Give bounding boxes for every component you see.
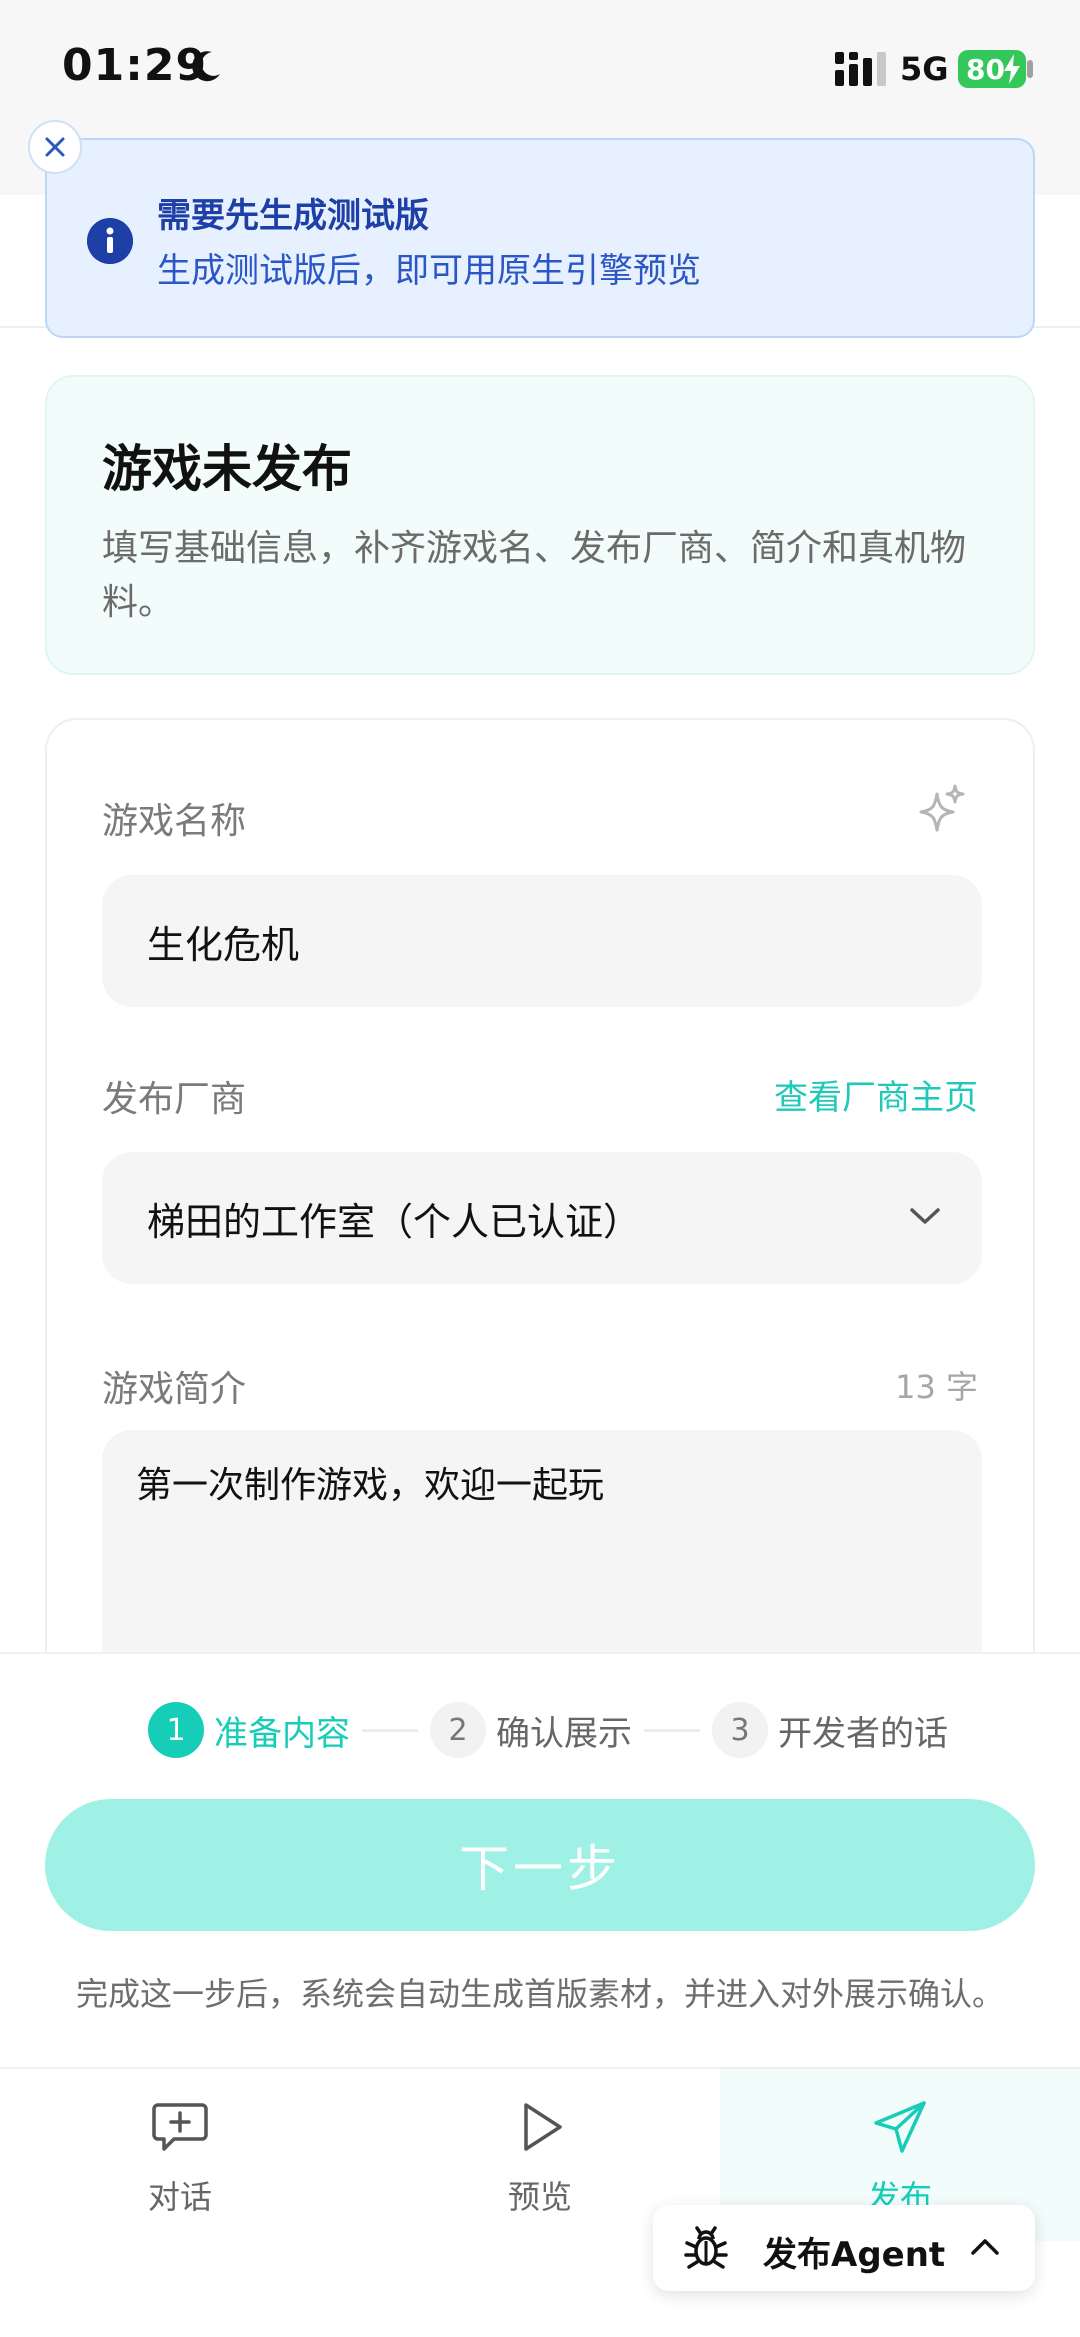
battery-indicator: 80	[958, 50, 1026, 88]
publish-agent-label: 发布Agent	[763, 2235, 946, 2275]
chat-plus-icon	[152, 2103, 208, 2151]
step-1-number: 1	[148, 1702, 204, 1758]
toast-close-button[interactable]	[28, 120, 82, 174]
step-3-label: 开发者的话	[778, 1713, 948, 1754]
info-icon	[87, 218, 133, 264]
intro-label: 游戏简介	[102, 1369, 247, 1410]
game-name-input[interactable]: 生化危机	[102, 875, 982, 1007]
publisher-selected-value: 梯田的工作室（个人已认证）	[147, 1199, 642, 1244]
game-info-form: 游戏名称 生化危机 发布厂商 查看厂商主页 梯田的工作室（个人已认证） 游戏简介…	[45, 718, 1035, 1730]
step-indicator: 1 准备内容 2 确认展示 3 开发者的话	[148, 1702, 948, 1758]
moon-icon	[192, 51, 220, 82]
signal-icon	[835, 52, 886, 86]
step-2-label: 确认展示	[496, 1713, 632, 1754]
status-time: 01:29	[62, 40, 208, 91]
bug-icon	[684, 2226, 728, 2269]
bottom-action-area: 1 准备内容 2 确认展示 3 开发者的话 下一步 完成这一步后，系统会自动生成…	[0, 1652, 1080, 2067]
publish-status-description: 填写基础信息，补齐游戏名、发布厂商、简介和真机物料。	[102, 528, 967, 623]
publish-status-card: 游戏未发布 填写基础信息，补齐游戏名、发布厂商、简介和真机物料。	[45, 375, 1035, 675]
publisher-select[interactable]: 梯田的工作室（个人已认证）	[102, 1152, 982, 1284]
next-step-button[interactable]: 下一步	[45, 1799, 1035, 1931]
test-build-toast: 需要先生成测试版 生成测试版后，即可用原生引擎预览	[45, 138, 1035, 338]
tab-chat-label: 对话	[147, 2178, 212, 2216]
play-icon	[524, 2103, 562, 2151]
battery-cap	[1027, 60, 1033, 78]
step-connector	[644, 1728, 700, 1732]
toast-title: 需要先生成测试版	[157, 196, 429, 236]
game-name-label: 游戏名称	[102, 801, 247, 842]
paper-plane-icon	[874, 2101, 926, 2153]
step-1-label: 准备内容	[214, 1713, 350, 1754]
next-step-hint: 完成这一步后，系统会自动生成首版素材，并进入对外展示确认。	[75, 1975, 1004, 2013]
charging-icon	[1004, 54, 1020, 84]
toast-description: 生成测试版后，即可用原生引擎预览	[157, 251, 701, 291]
intro-char-count: 13 字	[895, 1368, 978, 1406]
battery-level: 80	[966, 52, 1005, 86]
ai-sparkle-icon[interactable]	[917, 784, 967, 834]
step-connector	[362, 1728, 418, 1732]
view-publisher-link[interactable]: 查看厂商主页	[774, 1070, 978, 1119]
step-2-number: 2	[430, 1702, 486, 1758]
publisher-label: 发布厂商	[102, 1079, 247, 1120]
network-type: 5G	[900, 50, 949, 88]
bottom-tab-bar: 对话 预览 发布	[0, 2067, 1080, 2337]
step-3-number: 3	[712, 1702, 768, 1758]
publish-agent-pill[interactable]: 发布Agent	[653, 2205, 1035, 2291]
chevron-down-icon	[910, 1208, 940, 1224]
tab-chat[interactable]: 对话	[0, 2069, 360, 2239]
close-icon	[45, 137, 65, 157]
chevron-up-icon	[971, 2239, 999, 2255]
publish-status-title: 游戏未发布	[102, 440, 352, 498]
